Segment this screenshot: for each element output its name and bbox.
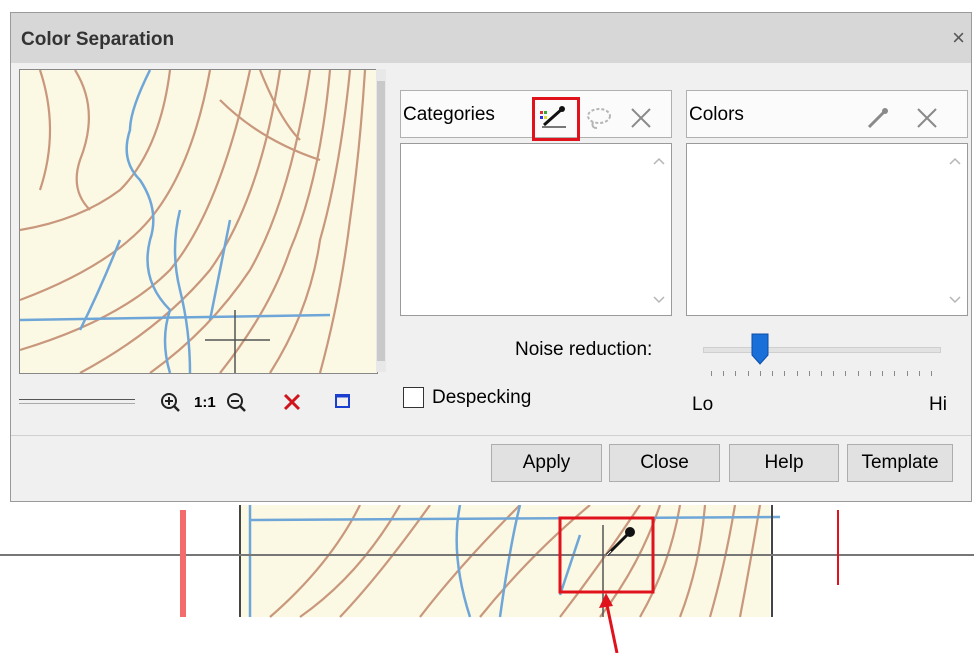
despecking-checkbox[interactable] bbox=[403, 387, 424, 408]
help-button[interactable]: Help bbox=[729, 444, 839, 482]
slider-tick bbox=[796, 371, 798, 376]
scroll-down-icon[interactable] bbox=[949, 291, 961, 307]
dialog-title: Color Separation bbox=[21, 29, 175, 50]
map-view-image bbox=[0, 504, 974, 654]
colors-list[interactable] bbox=[686, 143, 968, 316]
preview-scroll-thumb[interactable] bbox=[377, 81, 385, 361]
categories-list[interactable] bbox=[400, 143, 672, 316]
colors-scrollbar[interactable] bbox=[943, 144, 967, 315]
scroll-down-icon[interactable] bbox=[653, 291, 665, 307]
zoom-in-icon[interactable] bbox=[159, 391, 181, 418]
zoom-out-icon[interactable] bbox=[225, 391, 247, 418]
map-preview-image bbox=[20, 70, 377, 373]
slider-track bbox=[703, 347, 941, 353]
button-divider bbox=[11, 435, 971, 436]
slider-tick bbox=[906, 371, 908, 376]
slider-tick bbox=[711, 371, 712, 376]
template-button[interactable]: Template bbox=[847, 444, 953, 482]
slider-thumb[interactable] bbox=[751, 333, 769, 365]
noise-reduction-slider[interactable] bbox=[703, 331, 941, 381]
frame-icon[interactable] bbox=[333, 391, 353, 416]
categories-scrollbar[interactable] bbox=[647, 144, 671, 315]
slider-tick bbox=[894, 371, 896, 376]
slider-tick bbox=[808, 371, 810, 376]
noise-lo-label: Lo bbox=[692, 394, 714, 415]
slider-tick bbox=[747, 371, 749, 376]
delete-x-icon[interactable] bbox=[914, 105, 940, 137]
preview-scrollbar[interactable] bbox=[376, 69, 386, 372]
slider-tick bbox=[759, 371, 761, 376]
map-preview[interactable] bbox=[19, 69, 378, 374]
slider-tick bbox=[882, 371, 884, 376]
slider-tick bbox=[821, 371, 822, 376]
color-separation-dialog: Color Separation × 1:1 Categories Colors… bbox=[10, 12, 972, 502]
zoom-slider[interactable] bbox=[19, 399, 135, 404]
slider-tick bbox=[772, 371, 774, 376]
lasso-icon[interactable] bbox=[585, 106, 613, 136]
noise-reduction-label: Noise reduction: bbox=[515, 339, 653, 360]
close-button[interactable]: Close bbox=[609, 444, 720, 482]
delete-x-icon[interactable] bbox=[628, 105, 654, 137]
slider-tick bbox=[723, 371, 725, 376]
eyedropper-edit-icon[interactable] bbox=[538, 105, 568, 137]
eyedropper-icon[interactable] bbox=[865, 105, 891, 137]
slider-tick bbox=[735, 371, 737, 376]
scroll-up-icon[interactable] bbox=[949, 152, 961, 168]
actual-size-button[interactable]: 1:1 bbox=[194, 394, 216, 411]
noise-hi-label: Hi bbox=[929, 394, 947, 415]
colors-label: Colors bbox=[689, 104, 744, 125]
scroll-up-icon[interactable] bbox=[653, 152, 665, 168]
apply-button[interactable]: Apply bbox=[491, 444, 602, 482]
red-x-icon[interactable] bbox=[281, 391, 303, 418]
slider-tick bbox=[833, 371, 835, 376]
title-bar: Color Separation × bbox=[11, 13, 971, 63]
despecking-label: Despecking bbox=[432, 387, 532, 408]
slider-tick bbox=[931, 371, 932, 376]
slider-tick bbox=[784, 371, 786, 376]
slider-tick bbox=[869, 371, 871, 376]
close-icon[interactable]: × bbox=[952, 25, 965, 51]
slider-ticks bbox=[711, 371, 932, 377]
main-map-view[interactable] bbox=[0, 504, 974, 654]
categories-label: Categories bbox=[403, 104, 495, 125]
slider-tick bbox=[918, 371, 920, 376]
slider-tick bbox=[845, 371, 847, 376]
slider-tick bbox=[857, 371, 859, 376]
